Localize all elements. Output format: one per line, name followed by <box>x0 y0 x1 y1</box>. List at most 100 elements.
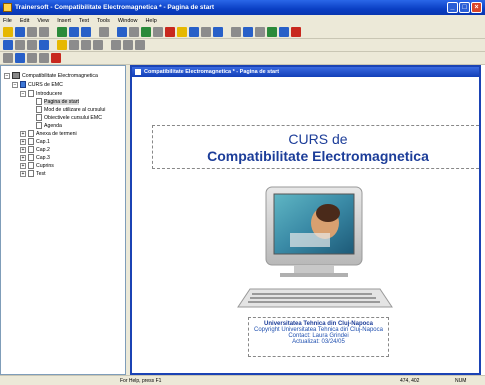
page-icon <box>36 122 42 129</box>
chapter-icon <box>28 90 34 97</box>
tree-item-agenda[interactable]: Agenda <box>36 122 62 129</box>
cut-icon[interactable] <box>57 27 67 37</box>
expander[interactable]: + <box>20 146 26 153</box>
chapter-icon <box>28 130 34 137</box>
order-icon[interactable] <box>39 53 49 63</box>
menu-insert[interactable]: Insert <box>56 18 72 24</box>
table-icon[interactable] <box>15 40 25 50</box>
globe-icon[interactable] <box>279 27 289 37</box>
page-icon <box>36 98 42 105</box>
expander[interactable]: + <box>20 154 26 161</box>
media-icon[interactable] <box>177 27 187 37</box>
chart-icon[interactable] <box>27 40 37 50</box>
grid-view-icon[interactable] <box>3 53 13 63</box>
tree-item-introducere[interactable]: − Introducere <box>20 90 62 97</box>
undo-icon[interactable] <box>99 27 109 37</box>
tree-item-cap2[interactable]: + Cap.2 <box>20 146 50 153</box>
bold-icon[interactable] <box>69 40 79 50</box>
check-icon[interactable] <box>267 27 277 37</box>
delete-icon[interactable] <box>51 53 61 63</box>
maximize-button[interactable]: □ <box>459 2 470 13</box>
text-icon[interactable] <box>153 27 163 37</box>
menu-edit[interactable]: Edit <box>19 18 30 24</box>
expander[interactable]: − <box>4 72 10 79</box>
tree-item-pagina-de-start[interactable]: Pagina de start <box>36 98 79 105</box>
tree-item-root[interactable]: − Compatibilitate Electromagnetica <box>4 72 98 79</box>
layers-icon[interactable] <box>255 27 265 37</box>
close-button[interactable]: × <box>471 2 482 13</box>
course-tree: − Compatibilitate Electromagnetica − CUR… <box>0 65 126 375</box>
status-coords: 474, 402 <box>400 378 420 384</box>
tree-item-obiective[interactable]: Obiectivele cursului EMC <box>36 114 102 121</box>
updated-text: Actualizat: 03/24/05 <box>292 339 345 345</box>
menu-text[interactable]: Text <box>78 18 90 24</box>
app-icon <box>3 3 12 12</box>
move-icon[interactable] <box>15 53 25 63</box>
tree-item-anexa[interactable]: + Anexa de termeni <box>20 130 77 137</box>
tree-item-test[interactable]: + Test <box>20 170 46 177</box>
run-icon[interactable] <box>291 27 301 37</box>
expander[interactable]: + <box>20 138 26 145</box>
computer-image <box>237 186 393 308</box>
page-icon <box>36 106 42 113</box>
circle-icon[interactable] <box>117 27 127 37</box>
menu-tools[interactable]: Tools <box>96 18 111 24</box>
chapter-icon <box>28 154 34 161</box>
print-icon[interactable] <box>27 27 37 37</box>
menu-file[interactable]: File <box>2 18 13 24</box>
size-icon[interactable] <box>27 53 37 63</box>
standard-toolbar <box>0 26 485 39</box>
align-right-icon[interactable] <box>135 40 145 50</box>
window-icon[interactable] <box>243 27 253 37</box>
minimize-button[interactable]: _ <box>447 2 458 13</box>
tree-item-cap3[interactable]: + Cap.3 <box>20 154 50 161</box>
new-icon[interactable] <box>3 27 13 37</box>
menu-bar: File Edit View Insert Text Tools Window … <box>0 15 485 26</box>
pointer-icon[interactable] <box>57 40 67 50</box>
menu-help[interactable]: Help <box>144 18 157 24</box>
align-left-icon[interactable] <box>111 40 121 50</box>
page-icon[interactable] <box>213 27 223 37</box>
grid-icon[interactable] <box>201 27 211 37</box>
menu-view[interactable]: View <box>36 18 50 24</box>
object-icon[interactable] <box>141 27 151 37</box>
rect-icon[interactable] <box>129 27 139 37</box>
stop-icon[interactable] <box>165 27 175 37</box>
folder-icon[interactable] <box>3 40 13 50</box>
course-title-line1: CURS de <box>288 131 348 147</box>
expander[interactable]: − <box>20 90 26 97</box>
title-bar: Trainersoft - Compatibilitate Electromag… <box>0 0 485 15</box>
secondary-toolbar <box>0 52 485 65</box>
image-icon[interactable] <box>39 40 49 50</box>
course-folder-icon <box>20 81 26 88</box>
save-icon[interactable] <box>15 27 25 37</box>
layout-icon[interactable] <box>231 27 241 37</box>
tree-item-cap1[interactable]: + Cap.1 <box>20 138 50 145</box>
format-toolbar <box>0 39 485 52</box>
chapter-icon <box>28 146 34 153</box>
expander[interactable]: + <box>20 130 26 137</box>
tree-item-mod-utilizare[interactable]: Mod de utilizare al cursului <box>36 106 105 113</box>
document-icon <box>135 69 141 75</box>
info-box[interactable]: Universitatea Tehnica din Cluj-Napoca Co… <box>248 317 389 357</box>
paste-icon[interactable] <box>81 27 91 37</box>
tree-item-course[interactable]: − CURS de EMC <box>12 81 63 88</box>
course-title-box[interactable]: CURS de Compatibilitate Electromagnetica <box>152 125 479 169</box>
expander[interactable]: − <box>12 81 18 88</box>
window-title: Trainersoft - Compatibilitate Electromag… <box>15 4 215 11</box>
align-center-icon[interactable] <box>123 40 133 50</box>
course-icon <box>12 72 20 79</box>
document-title: Compatibilitate Electromagnetica * - Pag… <box>144 69 280 75</box>
course-title-line2: Compatibilitate Electromagnetica <box>207 148 429 164</box>
status-help: For Help, press F1 <box>120 378 162 384</box>
status-num: NUM <box>455 378 467 384</box>
underline-icon[interactable] <box>93 40 103 50</box>
menu-window[interactable]: Window <box>117 18 139 24</box>
expander[interactable]: + <box>20 170 26 177</box>
link-icon[interactable] <box>189 27 199 37</box>
tree-item-cuprins[interactable]: + Cuprins <box>20 162 54 169</box>
italic-icon[interactable] <box>81 40 91 50</box>
expander[interactable]: + <box>20 162 26 169</box>
preview-icon[interactable] <box>39 27 49 37</box>
copy-icon[interactable] <box>69 27 79 37</box>
